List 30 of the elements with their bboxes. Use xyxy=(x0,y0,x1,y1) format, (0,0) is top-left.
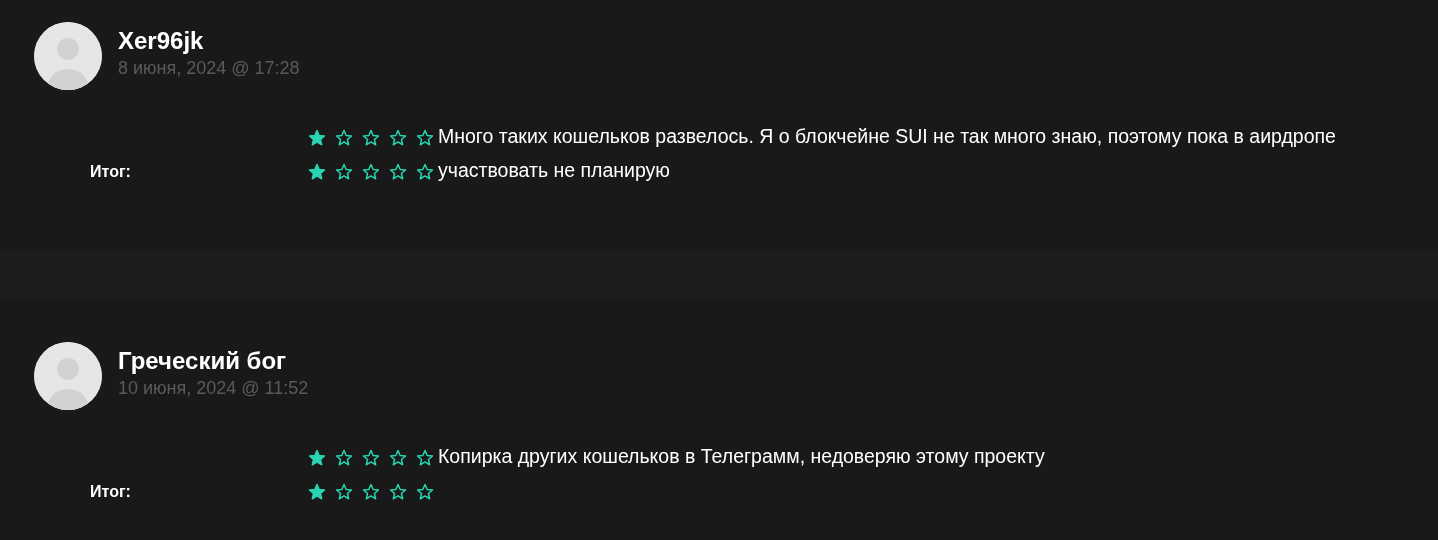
star-icon xyxy=(335,129,353,147)
author-name: Греческий бог xyxy=(118,346,288,376)
review-text: Много таких кошельков развелось. Я о блокчейне SUI не так много знаю, поэтому пока в аирдропе участвовать не планирую xyxy=(438,124,1337,183)
star-icon xyxy=(362,129,380,147)
star-icon xyxy=(362,483,380,501)
star-icon xyxy=(335,483,353,501)
star-icon xyxy=(362,163,380,181)
star-icon xyxy=(335,449,353,467)
star-icon xyxy=(308,449,326,467)
author-name: Xer96jk xyxy=(118,26,205,56)
rating-label: Итог: xyxy=(90,162,132,182)
star-icon xyxy=(308,163,326,181)
avatar-icon xyxy=(34,22,102,90)
star-icon xyxy=(389,163,407,181)
star-icon xyxy=(362,449,380,467)
star-icon xyxy=(335,163,353,181)
star-icon xyxy=(389,449,407,467)
rating-label: Итог: xyxy=(90,482,132,502)
star-icon xyxy=(308,129,326,147)
star-icon xyxy=(416,483,434,501)
star-icon xyxy=(416,129,434,147)
star-icon xyxy=(416,449,434,467)
review-text: Копирка других кошельков в Телеграмм, недоверяю этому проекту xyxy=(438,444,1045,469)
star-icon xyxy=(416,163,434,181)
review-date: 8 июня, 2024 @ 17:28 xyxy=(118,57,300,80)
star-icon xyxy=(389,483,407,501)
review-date: 10 июня, 2024 @ 11:52 xyxy=(118,377,309,400)
star-icon xyxy=(389,129,407,147)
avatar-icon xyxy=(34,342,102,410)
star-icon xyxy=(308,483,326,501)
